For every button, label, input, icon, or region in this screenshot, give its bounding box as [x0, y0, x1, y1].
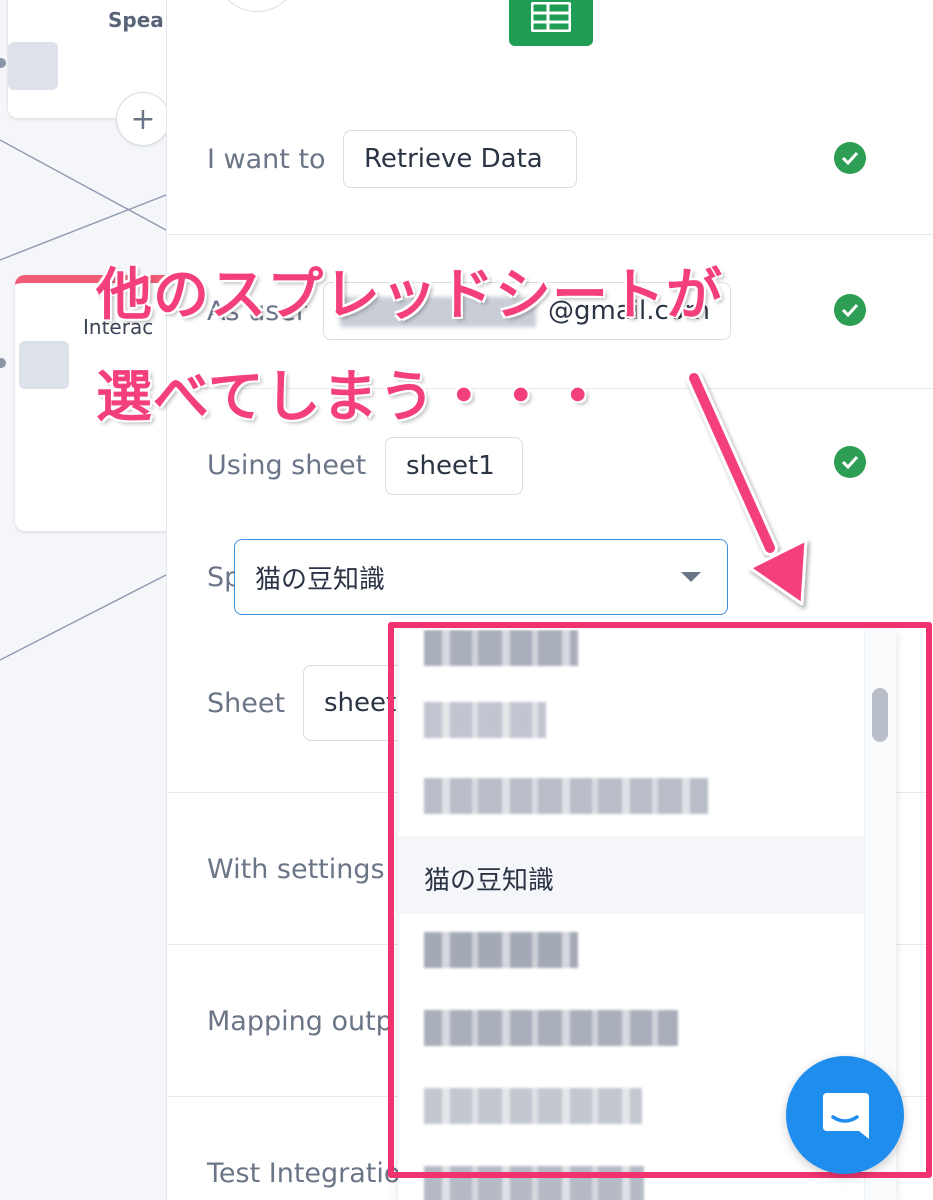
chat-button[interactable] — [786, 1056, 904, 1174]
annotation-text-line1: 他のスプレッドシートが — [96, 263, 723, 328]
chat-icon — [823, 1093, 869, 1139]
annotation-arrow — [686, 370, 808, 606]
annotation-text-line2: 選べてしまう・・・ — [96, 365, 607, 430]
